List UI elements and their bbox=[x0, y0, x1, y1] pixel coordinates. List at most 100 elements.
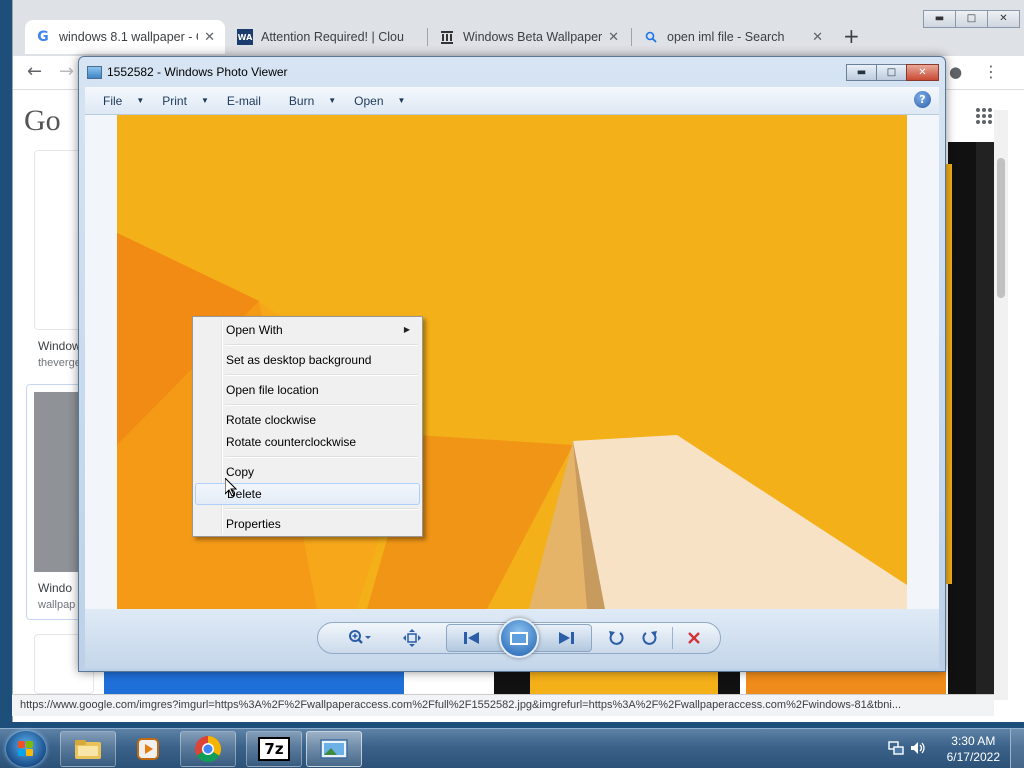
minimize-button[interactable]: ▬ bbox=[923, 10, 956, 28]
page-scrollbar[interactable] bbox=[994, 110, 1008, 700]
taskbar-explorer[interactable] bbox=[60, 731, 116, 767]
menu-separator bbox=[195, 505, 420, 513]
chrome-tab-strip: G windows 8.1 wallpaper - G ✕ WA Attenti… bbox=[13, 0, 1024, 56]
photo-viewer-titlebar: 1552582 - Windows Photo Viewer bbox=[87, 65, 288, 79]
menu-item-set-desktop-background[interactable]: Set as desktop background bbox=[195, 349, 420, 371]
start-button[interactable] bbox=[6, 731, 46, 767]
system-tray: 3:30 AM 6/17/2022 bbox=[874, 729, 1024, 768]
result-title[interactable]: Windo bbox=[38, 581, 72, 595]
status-url-bar: https://www.google.com/imgres?imgurl=htt… bbox=[12, 694, 994, 716]
taskbar-7zip[interactable]: 7z bbox=[246, 731, 302, 767]
search-icon bbox=[643, 29, 659, 45]
back-arrow-icon[interactable]: ← bbox=[27, 61, 42, 82]
tab-attention-required[interactable]: WA Attention Required! | Clou bbox=[227, 22, 423, 52]
close-tab-icon[interactable]: ✕ bbox=[812, 30, 823, 45]
photo-viewer-controls bbox=[85, 609, 939, 669]
more-menu-icon[interactable]: ⋮ bbox=[983, 62, 999, 81]
previous-icon bbox=[463, 630, 481, 649]
window-title: 1552582 - Windows Photo Viewer bbox=[107, 65, 288, 79]
chevron-down-icon: ▼ bbox=[397, 96, 406, 105]
volume-icon[interactable] bbox=[910, 741, 926, 759]
clock[interactable]: 3:30 AM 6/17/2022 bbox=[947, 733, 1000, 765]
result-image-strip[interactable] bbox=[718, 672, 740, 694]
menu-file[interactable]: File ▼ bbox=[103, 94, 144, 108]
fit-window-icon[interactable] bbox=[398, 626, 426, 650]
previous-button[interactable] bbox=[446, 624, 506, 652]
chevron-down-icon: ▼ bbox=[136, 96, 145, 105]
clock-time: 3:30 AM bbox=[951, 734, 996, 748]
slideshow-button[interactable] bbox=[499, 618, 539, 658]
menu-burn[interactable]: Burn ▼ bbox=[289, 94, 336, 108]
result-image-strip[interactable] bbox=[494, 672, 530, 694]
result-source: wallpap bbox=[38, 599, 76, 611]
network-icon[interactable] bbox=[888, 741, 904, 759]
taskbar-photo-viewer[interactable] bbox=[306, 731, 362, 767]
close-tab-icon[interactable]: ✕ bbox=[608, 30, 619, 45]
media-player-icon bbox=[137, 738, 159, 760]
preview-image-edge bbox=[946, 164, 952, 584]
chrome-icon bbox=[195, 736, 222, 763]
explorer-icon bbox=[75, 740, 101, 759]
next-icon bbox=[557, 630, 575, 649]
clock-date: 6/17/2022 bbox=[946, 750, 1000, 764]
result-image-strip[interactable] bbox=[746, 672, 946, 694]
tab-windows-wallpaper[interactable]: G windows 8.1 wallpaper - G ✕ bbox=[25, 20, 225, 54]
submenu-arrow-icon: ▶ bbox=[403, 325, 410, 334]
result-thumbnail[interactable] bbox=[34, 392, 78, 572]
chevron-down-icon: ▼ bbox=[200, 96, 209, 105]
slideshow-icon bbox=[510, 631, 528, 645]
forward-arrow-icon[interactable]: → bbox=[59, 61, 74, 82]
menu-open[interactable]: Open ▼ bbox=[354, 94, 405, 108]
result-image-strip[interactable] bbox=[104, 672, 404, 694]
google-g-icon: G bbox=[37, 29, 49, 45]
show-desktop-button[interactable] bbox=[1010, 729, 1024, 768]
preview-side bbox=[976, 142, 994, 698]
maximize-button[interactable]: □ bbox=[955, 10, 988, 28]
context-menu: Open With ▶ Set as desktop background Op… bbox=[192, 316, 423, 537]
help-icon[interactable]: ? bbox=[914, 91, 931, 108]
taskbar-media-player[interactable] bbox=[120, 731, 176, 767]
taskbar-chrome[interactable] bbox=[180, 731, 236, 767]
menu-separator bbox=[195, 341, 420, 349]
maximize-button[interactable]: □ bbox=[876, 64, 907, 81]
windows-logo-icon bbox=[18, 741, 34, 757]
close-button[interactable]: ✕ bbox=[906, 64, 939, 81]
photo-viewer-window-controls: ▬ □ ✕ bbox=[846, 64, 939, 81]
delete-icon[interactable] bbox=[680, 626, 708, 650]
menu-item-open-file-location[interactable]: Open file location bbox=[195, 379, 420, 401]
tab-windows-beta[interactable]: Windows Beta Wallpapers ✕ bbox=[429, 22, 629, 52]
7zip-icon: 7z bbox=[258, 737, 290, 761]
menu-item-open-with[interactable]: Open With ▶ bbox=[195, 319, 420, 341]
wa-logo-icon: WA bbox=[237, 29, 253, 45]
minimize-button[interactable]: ▬ bbox=[846, 64, 877, 81]
close-tab-icon[interactable]: ✕ bbox=[204, 30, 215, 45]
apps-grid-icon[interactable] bbox=[975, 107, 993, 125]
result-source: theverge bbox=[38, 357, 81, 369]
result-title[interactable]: Window bbox=[38, 339, 81, 353]
menu-separator bbox=[195, 371, 420, 379]
control-bar bbox=[317, 618, 721, 658]
menu-separator bbox=[195, 453, 420, 461]
photo-viewer-icon bbox=[320, 739, 348, 759]
new-tab-button[interactable]: + bbox=[843, 24, 860, 48]
menu-item-properties[interactable]: Properties bbox=[195, 513, 420, 535]
next-button[interactable] bbox=[532, 624, 592, 652]
preview-pane bbox=[948, 142, 976, 698]
zoom-icon[interactable] bbox=[340, 626, 380, 650]
chrome-window-controls: ▬ □ ✕ bbox=[923, 10, 1020, 28]
close-button[interactable]: ✕ bbox=[987, 10, 1020, 28]
menu-email[interactable]: E-mail bbox=[227, 94, 261, 108]
menu-item-rotate-clockwise[interactable]: Rotate clockwise bbox=[195, 409, 420, 431]
google-logo[interactable]: Go bbox=[24, 104, 61, 138]
rotate-counterclockwise-icon[interactable] bbox=[602, 626, 630, 650]
photo-viewer-app-icon bbox=[87, 65, 102, 79]
menu-print[interactable]: Print ▼ bbox=[162, 94, 209, 108]
profile-icon[interactable]: ● bbox=[949, 63, 962, 81]
menu-item-rotate-counterclockwise[interactable]: Rotate counterclockwise bbox=[195, 431, 420, 453]
scrollbar-thumb[interactable] bbox=[997, 158, 1005, 298]
result-image-strip[interactable] bbox=[530, 672, 718, 694]
menu-separator bbox=[195, 401, 420, 409]
rotate-clockwise-icon[interactable] bbox=[636, 626, 664, 650]
chevron-down-icon: ▼ bbox=[328, 96, 337, 105]
tab-open-iml[interactable]: open iml file - Search ✕ bbox=[633, 22, 833, 52]
